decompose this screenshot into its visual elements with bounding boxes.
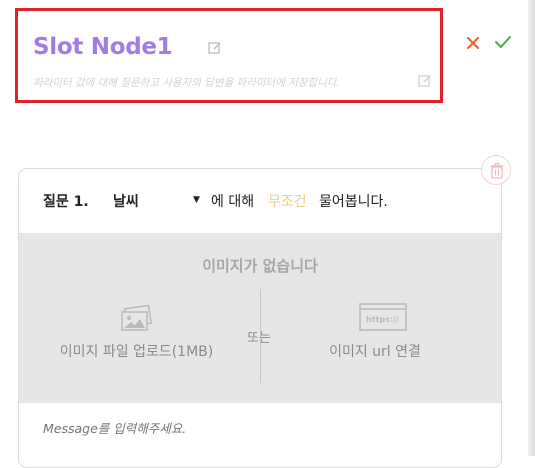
parameter-select[interactable]: 날씨 [113,191,139,211]
edit-title-icon[interactable] [208,41,222,55]
confirm-check-icon[interactable] [494,34,512,50]
url-link-icon: https:// [359,303,407,335]
condition-select[interactable]: 무조건 [268,191,307,211]
or-text: 또는 [247,331,271,346]
image-panel: 이미지가 없습니다 이미지 파일 업로드(1MB) 또는 https:// 이미… [19,233,501,403]
message-input[interactable] [43,421,473,436]
dropdown-arrow-icon[interactable]: ▼ [193,195,200,205]
upload-label: 이미지 파일 업로드(1MB) [59,344,214,360]
no-image-text: 이미지가 없습니다 [202,257,318,275]
question-row: 질문 1. 날씨 ▼ 에 대해 무조건 물어봅니다. [19,169,501,233]
svg-text:https://: https:// [366,315,399,324]
node-description: 파라미터 값에 대해 질문하고 사용자의 답변을 파라미터에 저장합니다. [33,77,340,89]
image-file-icon [119,304,153,337]
ask-text: 물어봅니다. [319,194,388,210]
delete-button[interactable] [481,155,511,185]
url-label: 이미지 url 연결 [329,344,421,360]
image-url-option[interactable]: https:// 이미지 url 연결 [315,303,435,365]
about-text: 에 대해 [211,194,255,210]
question-card: 질문 1. 날씨 ▼ 에 대해 무조건 물어봅니다. 이미지가 없습니다 이미지… [18,168,502,468]
trash-icon [490,163,504,179]
edit-description-icon[interactable] [418,74,432,88]
cancel-x-icon[interactable] [466,35,480,49]
right-edge-shadow [528,0,535,456]
question-label: 질문 1. [43,194,89,210]
node-title: Slot Node1 [33,34,173,60]
image-upload-option[interactable]: 이미지 파일 업로드(1MB) [49,304,224,365]
node-header-highlight: Slot Node1 파라미터 값에 대해 질문하고 사용자의 답변을 파라미터… [15,8,443,103]
